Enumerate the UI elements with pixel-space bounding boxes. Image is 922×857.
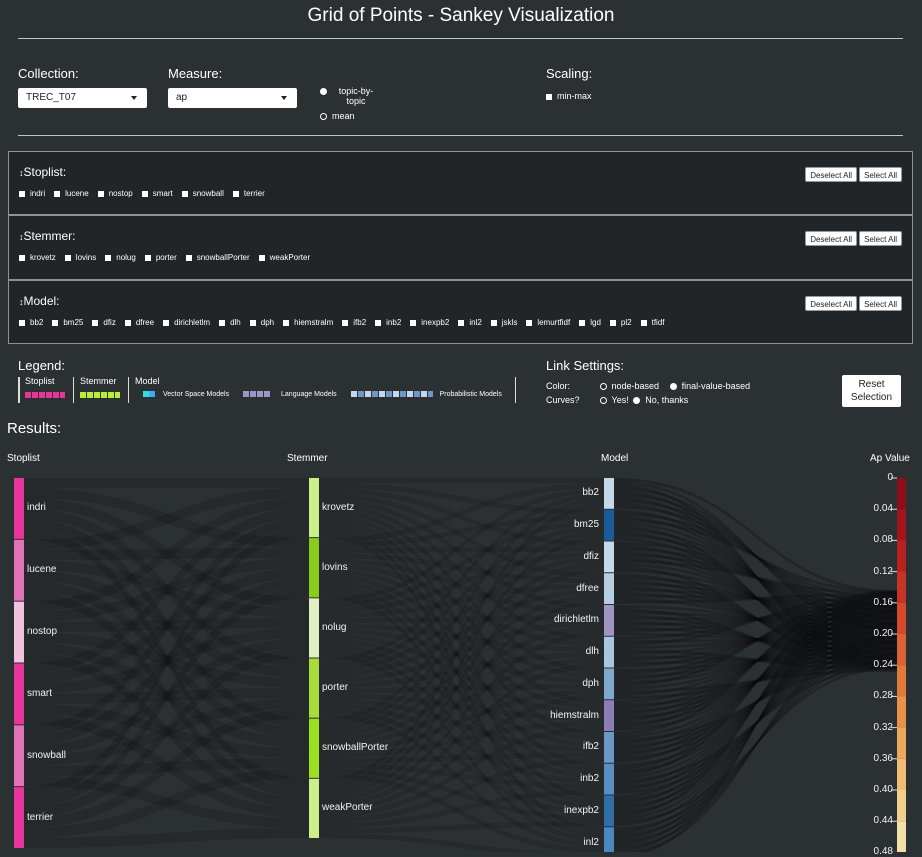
stemmer-node-weakPorter[interactable] <box>309 778 319 838</box>
model-node-inb2[interactable] <box>604 763 614 795</box>
node-label: inl2 <box>583 836 599 848</box>
model-node-dfiz[interactable] <box>604 541 614 573</box>
value-scale-segment[interactable] <box>897 478 906 510</box>
model-node-hiemstralm[interactable] <box>604 700 614 731</box>
value-tick-label: 0.24 <box>873 659 893 671</box>
stemmer-node-krovetz[interactable] <box>309 478 319 538</box>
stemmer-node-nolug[interactable] <box>309 598 319 658</box>
node-label: inexpb2 <box>563 804 599 816</box>
value-scale-segment[interactable] <box>897 509 906 541</box>
node-label: hiemstralm <box>550 709 599 721</box>
stemmer-node-snowballPorter[interactable] <box>309 718 319 778</box>
node-label: snowballPorter <box>322 742 389 754</box>
node-label: dph <box>582 677 599 689</box>
node-label: indri <box>27 502 46 514</box>
node-label: inb2 <box>580 773 599 785</box>
value-tick-label: 0.36 <box>873 752 893 764</box>
node-label: dirichletlm <box>553 614 599 626</box>
value-scale-segment[interactable] <box>897 758 906 790</box>
node-label: bm25 <box>573 519 599 531</box>
node-label: smart <box>27 687 52 699</box>
sankey-links <box>24 478 897 852</box>
value-tick-label: 0.32 <box>873 721 893 733</box>
sankey-link <box>319 478 604 484</box>
value-tick-label: 0.40 <box>873 784 893 795</box>
stoplist-node-terrier[interactable] <box>14 787 24 848</box>
node-label: lucene <box>27 564 57 576</box>
node-label: ifb2 <box>582 741 599 753</box>
model-node-dph[interactable] <box>604 668 614 700</box>
node-label: dfree <box>576 582 599 594</box>
value-tick-label: 0.44 <box>873 815 893 827</box>
model-node-inexpb2[interactable] <box>604 795 614 827</box>
stoplist-node-lucene[interactable] <box>14 539 24 601</box>
stemmer-node-lovins[interactable] <box>309 538 319 598</box>
value-tick-label: 0.28 <box>873 690 893 702</box>
stoplist-node-smart[interactable] <box>14 663 24 725</box>
node-label: nostop <box>27 626 58 638</box>
value-scale-segment[interactable] <box>897 790 906 822</box>
sankey-chart <box>14 477 906 852</box>
value-tick-label: 0.08 <box>873 534 893 546</box>
stoplist-node-nostop[interactable] <box>14 601 24 663</box>
value-tick-label: 0.12 <box>873 565 893 577</box>
node-label: terrier <box>27 811 54 823</box>
node-label: snowball <box>27 749 66 761</box>
node-label: weakPorter <box>322 802 373 814</box>
value-scale-segment[interactable] <box>897 727 906 759</box>
value-tick-label: 0.20 <box>873 628 893 639</box>
model-node-bm25[interactable] <box>604 509 614 541</box>
model-node-dlh[interactable] <box>604 636 614 668</box>
node-label: lovins <box>322 561 348 573</box>
stoplist-node-snowball[interactable] <box>14 725 24 787</box>
node-label: dfiz <box>583 550 599 562</box>
value-scale-segment[interactable] <box>897 602 906 634</box>
value-scale-segment[interactable] <box>897 571 906 603</box>
value-scale-segment[interactable] <box>897 665 906 697</box>
node-label: bb2 <box>582 487 599 499</box>
model-node-dirichletlm[interactable] <box>604 605 614 636</box>
node-label: porter <box>322 682 349 694</box>
model-node-inl2[interactable] <box>604 827 614 852</box>
value-scale-segment[interactable] <box>897 696 906 728</box>
value-tick-label: 0.04 <box>873 503 893 515</box>
value-scale-segment[interactable] <box>897 821 906 852</box>
model-node-bb2[interactable] <box>604 478 614 509</box>
node-label: nolug <box>322 621 347 633</box>
value-tick-label: 0.16 <box>873 596 893 608</box>
model-node-ifb2[interactable] <box>604 732 614 763</box>
node-label: krovetz <box>322 501 355 513</box>
node-label: dlh <box>585 646 599 658</box>
stemmer-node-porter[interactable] <box>309 658 319 718</box>
value-scale-segment[interactable] <box>897 540 906 572</box>
model-node-dfree[interactable] <box>604 573 614 604</box>
sankey-link <box>24 478 309 489</box>
value-tick-label: 0 <box>887 472 893 483</box>
value-scale-segment[interactable] <box>897 634 906 666</box>
stoplist-node-indri[interactable] <box>14 478 24 539</box>
